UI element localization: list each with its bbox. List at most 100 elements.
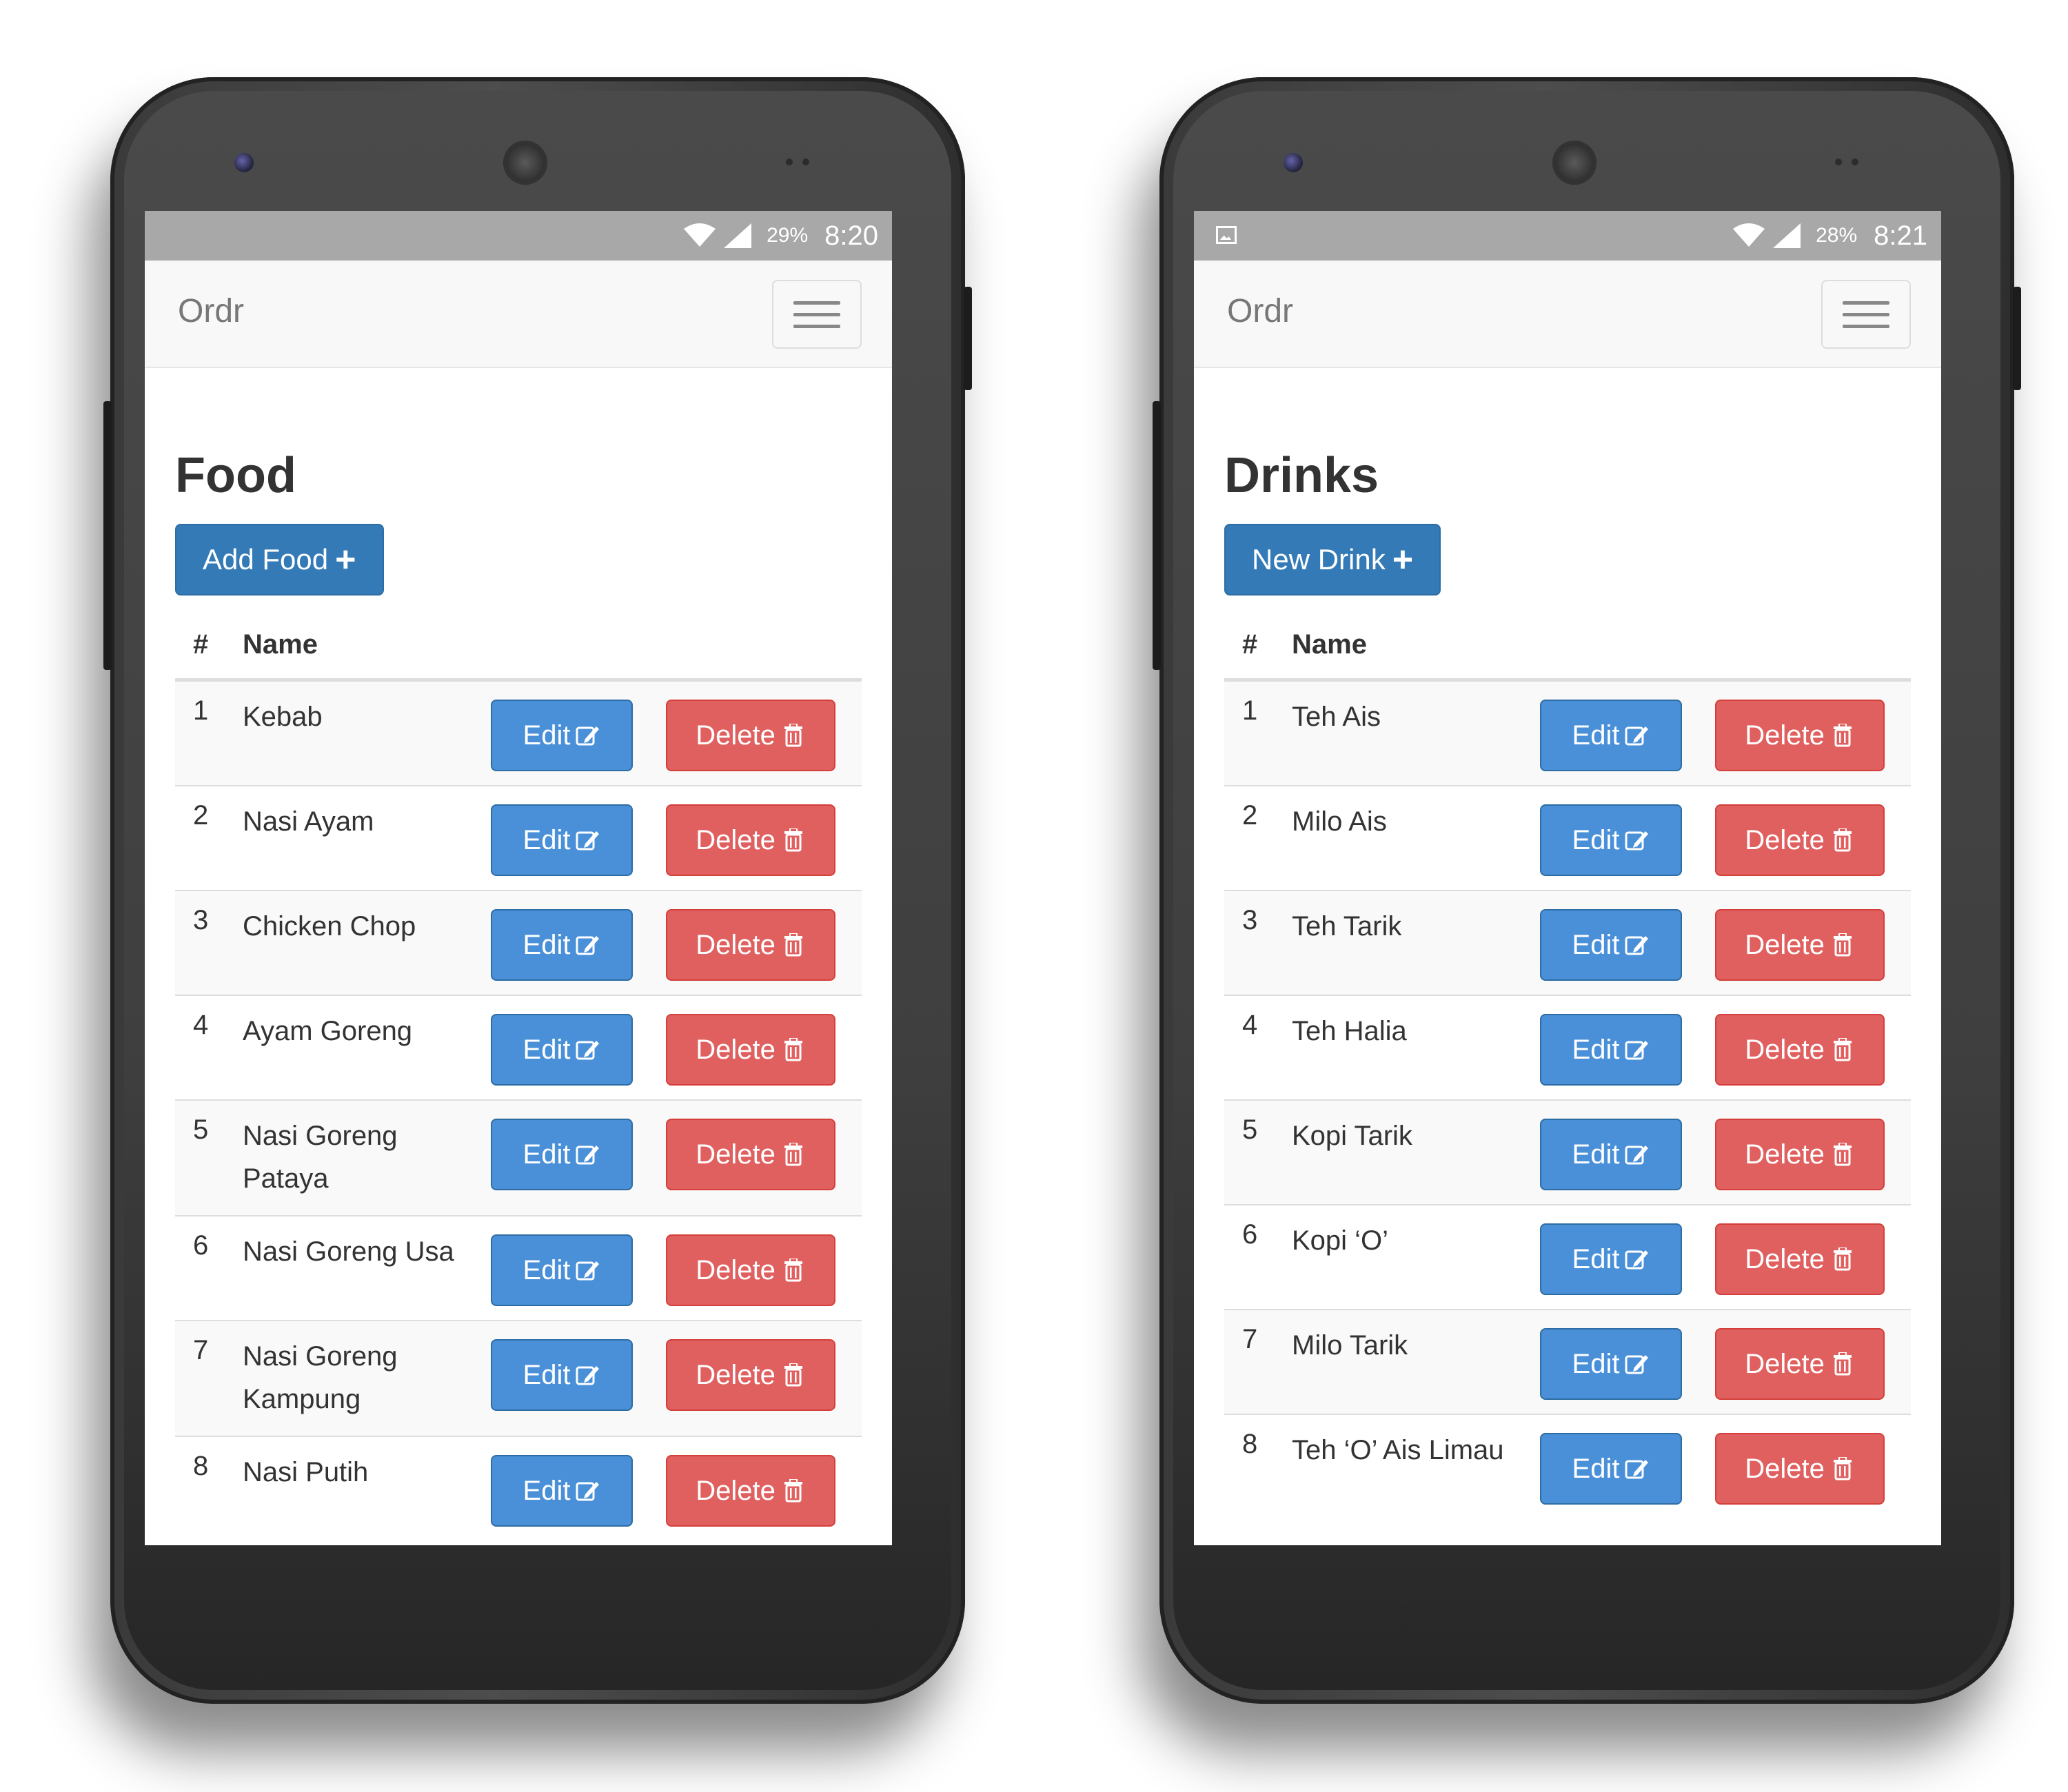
item-name: Kopi Tarik bbox=[1292, 1099, 1540, 1205]
edit-button[interactable]: Edit bbox=[1540, 1328, 1682, 1400]
menu-toggle-button[interactable] bbox=[772, 280, 862, 349]
edit-label: Edit bbox=[1572, 1348, 1620, 1379]
delete-button[interactable]: Delete bbox=[1715, 1014, 1885, 1086]
hamburger-icon-bar bbox=[1843, 312, 1889, 316]
edit-button[interactable]: Edit bbox=[491, 1119, 633, 1190]
navbar-brand[interactable]: Ordr bbox=[178, 292, 244, 330]
edit-button[interactable]: Edit bbox=[1540, 909, 1682, 981]
column-header-edit bbox=[1540, 611, 1715, 682]
row-number: 6 bbox=[1224, 1204, 1292, 1310]
delete-button[interactable]: Delete bbox=[666, 1014, 835, 1086]
delete-label: Delete bbox=[1745, 720, 1825, 751]
delete-label: Delete bbox=[1745, 824, 1825, 855]
delete-button[interactable]: Delete bbox=[666, 1455, 835, 1527]
edit-button[interactable]: Edit bbox=[491, 700, 633, 771]
status-time: 8:21 bbox=[1874, 220, 1927, 251]
edit-button[interactable]: Edit bbox=[491, 1455, 633, 1527]
row-number: 6 bbox=[175, 1215, 243, 1321]
front-camera-icon bbox=[1284, 153, 1303, 172]
sensor-icon bbox=[786, 159, 793, 165]
trash-icon bbox=[784, 1479, 802, 1503]
row-number: 1 bbox=[1224, 679, 1292, 786]
edit-label: Edit bbox=[1572, 1139, 1620, 1170]
edit-button[interactable]: Edit bbox=[491, 1234, 633, 1306]
delete-button[interactable]: Delete bbox=[1715, 1223, 1885, 1295]
plus-icon: + bbox=[1392, 540, 1414, 580]
delete-cell: Delete bbox=[1715, 679, 1911, 786]
new-drink-button[interactable]: New Drink + bbox=[1224, 524, 1441, 595]
delete-button[interactable]: Delete bbox=[666, 804, 835, 876]
edit-button[interactable]: Edit bbox=[491, 1339, 633, 1411]
delete-label: Delete bbox=[696, 1359, 776, 1390]
edit-button[interactable]: Edit bbox=[1540, 700, 1682, 771]
edit-label: Edit bbox=[523, 1359, 571, 1390]
edit-label: Edit bbox=[1572, 824, 1620, 855]
phone-food: 29% 8:20 Ordr Food Add Food + # Name 1 K… bbox=[103, 77, 972, 1704]
edit-cell: Edit bbox=[1540, 890, 1715, 995]
delete-button[interactable]: Delete bbox=[666, 1339, 835, 1411]
table-body: 1 Teh Ais Edit Delete 2 Milo Ais Edit Delete 3 Te… bbox=[1224, 679, 1911, 1518]
edit-label: Edit bbox=[523, 1034, 571, 1065]
delete-button[interactable]: Delete bbox=[666, 909, 835, 981]
menu-toggle-button[interactable] bbox=[1821, 280, 1911, 349]
delete-label: Delete bbox=[696, 720, 776, 751]
delete-cell: Delete bbox=[1715, 1309, 1911, 1414]
delete-cell: Delete bbox=[1715, 1099, 1911, 1205]
edit-cell: Edit bbox=[491, 679, 666, 786]
edit-icon bbox=[576, 1261, 600, 1281]
phone-side-button bbox=[1153, 401, 1161, 670]
hamburger-icon-bar bbox=[1843, 301, 1889, 305]
page-title: Food bbox=[175, 448, 296, 503]
edit-button[interactable]: Edit bbox=[1540, 1014, 1682, 1086]
item-name: Teh Ais bbox=[1292, 679, 1540, 786]
delete-button[interactable]: Delete bbox=[1715, 1328, 1885, 1400]
edit-cell: Edit bbox=[1540, 679, 1715, 786]
table-row: 6 Kopi ‘O’ Edit Delete bbox=[1224, 1204, 1911, 1310]
row-number: 8 bbox=[1224, 1414, 1292, 1518]
item-name: Chicken Chop bbox=[243, 890, 491, 995]
item-name: Nasi Goreng Pataya bbox=[243, 1099, 491, 1216]
edit-cell: Edit bbox=[491, 890, 666, 995]
delete-button[interactable]: Delete bbox=[666, 1119, 835, 1190]
delete-label: Delete bbox=[696, 1254, 776, 1285]
delete-button[interactable]: Delete bbox=[666, 700, 835, 771]
edit-button[interactable]: Edit bbox=[1540, 804, 1682, 876]
edit-button[interactable]: Edit bbox=[491, 804, 633, 876]
table-header-row: # Name bbox=[1224, 611, 1911, 682]
column-header-num: # bbox=[1224, 611, 1292, 682]
add-food-button[interactable]: Add Food + bbox=[175, 524, 384, 595]
delete-button[interactable]: Delete bbox=[666, 1234, 835, 1306]
edit-button[interactable]: Edit bbox=[1540, 1119, 1682, 1190]
navbar-brand[interactable]: Ordr bbox=[1227, 292, 1293, 330]
trash-icon bbox=[784, 1143, 802, 1166]
status-bar: 29% 8:20 bbox=[145, 211, 892, 261]
delete-button[interactable]: Delete bbox=[1715, 1433, 1885, 1505]
edit-label: Edit bbox=[1572, 720, 1620, 751]
delete-button[interactable]: Delete bbox=[1715, 1119, 1885, 1190]
delete-button[interactable]: Delete bbox=[1715, 804, 1885, 876]
trash-icon bbox=[784, 828, 802, 852]
trash-icon bbox=[1833, 1143, 1852, 1166]
delete-button[interactable]: Delete bbox=[1715, 909, 1885, 981]
edit-button[interactable]: Edit bbox=[491, 1014, 633, 1086]
navbar: Ordr bbox=[145, 261, 892, 368]
sensor-icon bbox=[1835, 159, 1842, 165]
edit-button[interactable]: Edit bbox=[1540, 1223, 1682, 1295]
hamburger-icon-bar bbox=[793, 324, 840, 328]
edit-icon bbox=[1625, 831, 1649, 851]
edit-icon bbox=[1625, 726, 1649, 746]
edit-icon bbox=[1625, 1146, 1649, 1165]
trash-icon bbox=[784, 724, 802, 747]
trash-icon bbox=[1833, 1038, 1852, 1061]
edit-button[interactable]: Edit bbox=[491, 909, 633, 981]
edit-cell: Edit bbox=[1540, 1414, 1715, 1518]
phone-side-button bbox=[964, 287, 972, 390]
battery-percent: 28% bbox=[1816, 224, 1858, 247]
edit-cell: Edit bbox=[491, 1099, 666, 1216]
wifi-icon bbox=[684, 223, 716, 247]
delete-button[interactable]: Delete bbox=[1715, 700, 1885, 771]
delete-cell: Delete bbox=[666, 1215, 862, 1321]
edit-label: Edit bbox=[1572, 1243, 1620, 1274]
row-number: 2 bbox=[175, 785, 243, 890]
edit-button[interactable]: Edit bbox=[1540, 1433, 1682, 1505]
